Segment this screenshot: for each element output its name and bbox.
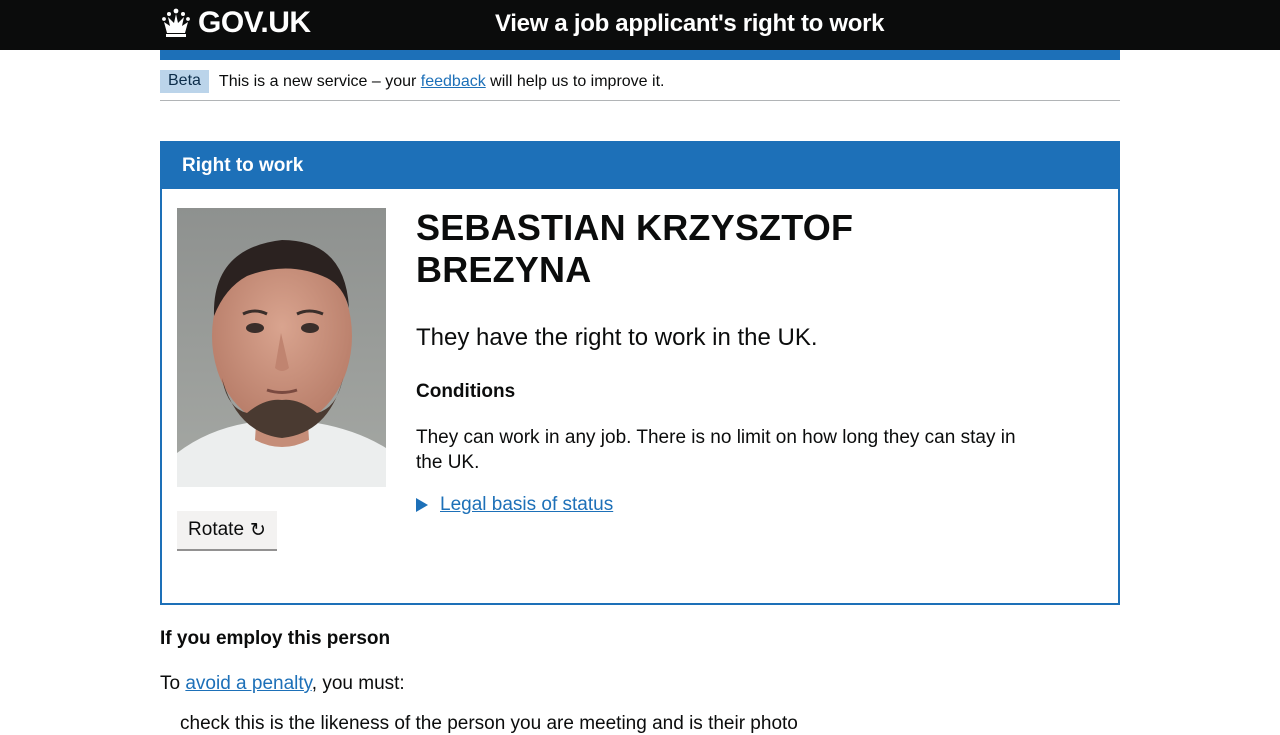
employ-list-item: check this is the likeness of the person…	[180, 713, 798, 734]
rotate-icon: ↻	[250, 519, 266, 541]
employ-heading: If you employ this person	[160, 628, 391, 649]
phase-text-after: will help us to improve it.	[485, 72, 665, 90]
employ-text-after: , you must:	[311, 673, 405, 694]
panel-body: Rotate ↻ SEBASTIAN KRZYSZTOF BREZYNA The…	[162, 189, 1118, 603]
rotate-label: Rotate	[188, 519, 245, 540]
phase-tag: Beta	[160, 70, 209, 93]
avoid-penalty-link[interactable]: avoid a penalty	[185, 673, 311, 694]
phase-banner-text: This is a new service – your feedback wi…	[219, 73, 665, 91]
conditions-heading: Conditions	[416, 381, 516, 402]
legal-basis-link[interactable]: Legal basis of status	[440, 494, 613, 516]
panel-title: Right to work	[182, 155, 304, 176]
phase-banner: Beta This is a new service – your feedba…	[160, 60, 1120, 101]
person-name: SEBASTIAN KRZYSZTOF BREZYNA	[416, 207, 854, 290]
main-container: Beta This is a new service – your feedba…	[160, 60, 1120, 735]
employ-paragraph: To avoid a penalty, you must:	[160, 673, 1120, 695]
header-blue-bar	[160, 50, 1120, 60]
right-to-work-status: They have the right to work in the UK.	[416, 324, 818, 351]
rotate-button[interactable]: Rotate ↻	[177, 511, 277, 549]
person-photo-illustration	[177, 208, 386, 487]
right-to-work-panel: Right to work Rotate ↻ SEBASTIAN KRZYSZT…	[160, 141, 1120, 605]
logo-text: GOV.UK	[198, 6, 311, 39]
expand-triangle-icon[interactable]	[416, 498, 428, 512]
panel-header: Right to work	[162, 143, 1118, 189]
applicant-photo	[177, 208, 386, 487]
employ-text-before: To	[160, 673, 186, 694]
feedback-link[interactable]: feedback	[421, 73, 486, 90]
phase-text-before: This is a new service – your	[218, 72, 421, 90]
service-name[interactable]: View a job applicant's right to work	[495, 10, 885, 38]
govuk-header: GOV.UK View a job applicant's right to w…	[0, 0, 1280, 50]
crown-icon	[162, 8, 190, 37]
govuk-logo-link[interactable]: GOV.UK	[160, 6, 311, 40]
status-details: SEBASTIAN KRZYSZTOF BREZYNA They have th…	[416, 207, 1036, 516]
legal-basis-details[interactable]: Legal basis of status	[416, 494, 1036, 516]
conditions-text: They can work in any job. There is no li…	[416, 427, 1016, 473]
